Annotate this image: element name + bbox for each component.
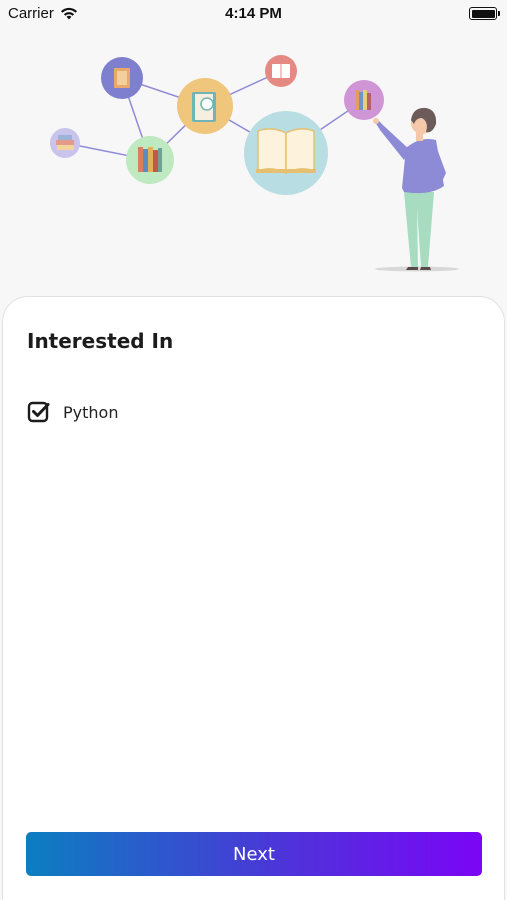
battery-icon [469, 7, 500, 20]
status-time: 4:14 PM [225, 5, 282, 22]
checkbox-checked-icon[interactable] [27, 400, 51, 424]
interests-card: Interested In Python [2, 296, 505, 900]
section-title: Interested In [27, 329, 174, 353]
interest-option-python[interactable]: Python [27, 400, 118, 424]
next-button[interactable]: Next [26, 832, 482, 876]
reading-network-illustration [50, 55, 459, 272]
interest-option-label: Python [63, 402, 119, 422]
status-bar: Carrier 4:14 PM [0, 0, 507, 28]
